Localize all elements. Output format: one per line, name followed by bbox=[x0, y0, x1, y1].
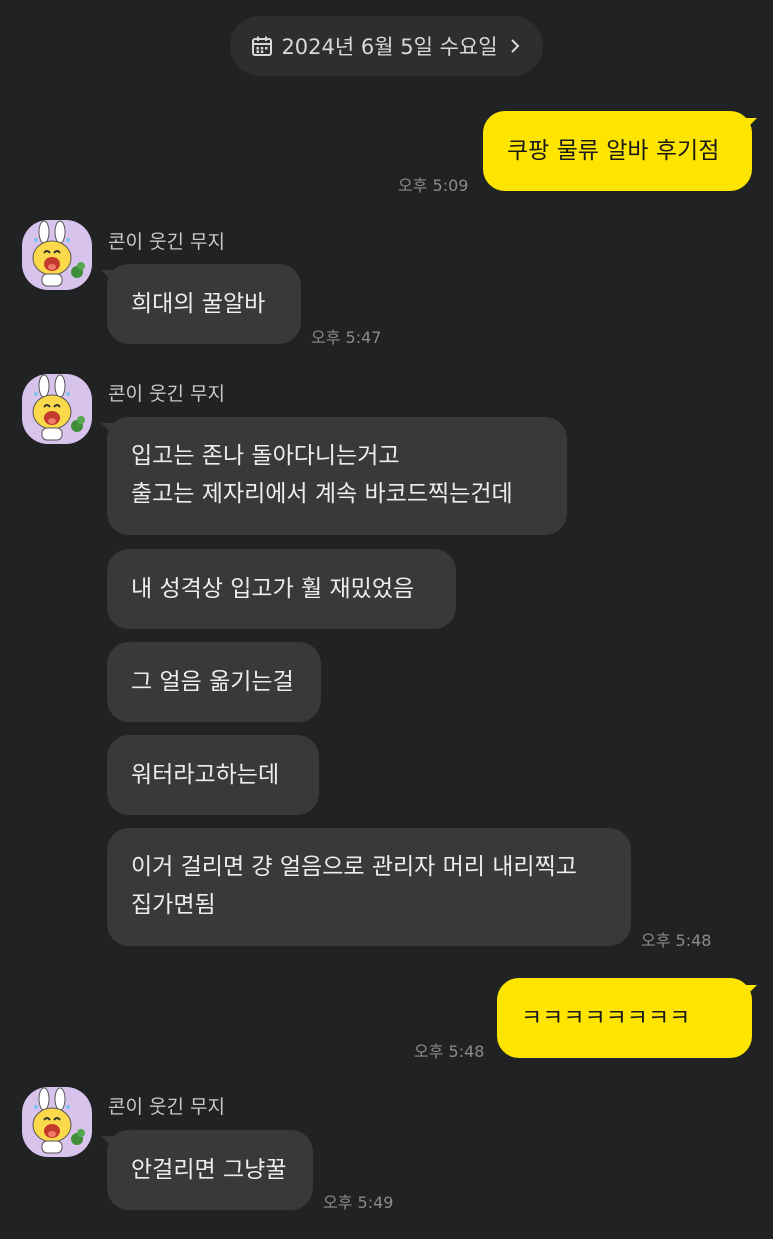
chevron-right-icon bbox=[510, 39, 519, 53]
message-text: 안걸리면 그냥꿀 bbox=[131, 1157, 287, 1183]
message-text: 워터라고하는데 bbox=[131, 762, 280, 788]
muzi-character-icon bbox=[32, 220, 85, 287]
message-timestamp: 오후 5:48 bbox=[641, 931, 712, 950]
incoming-message-bubble[interactable]: 그 얼음 옮기는걸 bbox=[107, 642, 321, 722]
sender-name: 콘이 웃긴 무지 bbox=[108, 1096, 225, 1118]
avatar[interactable] bbox=[22, 1087, 92, 1157]
message-text: ㅋㅋㅋㅋㅋㅋㅋㅋ bbox=[521, 1005, 691, 1031]
bubble-tail bbox=[101, 423, 113, 435]
chat-room: 2024년 6월 5일 수요일 쿠팡 물류 알바 후기점 오후 5:09 콘이 … bbox=[0, 0, 773, 1239]
message-text-line: 이거 걸리면 걍 얼음으로 관리자 머리 내리찍고 bbox=[131, 854, 577, 880]
avatar[interactable] bbox=[22, 374, 92, 444]
incoming-message-bubble[interactable]: 워터라고하는데 bbox=[107, 735, 319, 815]
message-timestamp: 오후 5:09 bbox=[398, 176, 469, 195]
message-timestamp: 오후 5:48 bbox=[414, 1042, 485, 1061]
muzi-character-icon bbox=[32, 1087, 85, 1154]
message-text: 내 성격상 입고가 훨 재밌었음 bbox=[131, 576, 415, 602]
message-timestamp: 오후 5:47 bbox=[311, 328, 382, 347]
message-text-line: 출고는 제자리에서 계속 바코드찍는건데 bbox=[131, 481, 513, 507]
bubble-tail bbox=[745, 985, 757, 997]
incoming-message-bubble[interactable]: 내 성격상 입고가 훨 재밌었음 bbox=[107, 549, 456, 629]
bubble-tail bbox=[745, 118, 757, 130]
date-divider[interactable]: 2024년 6월 5일 수요일 bbox=[230, 16, 543, 76]
sender-name: 콘이 웃긴 무지 bbox=[108, 231, 225, 253]
outgoing-message-bubble[interactable]: ㅋㅋㅋㅋㅋㅋㅋㅋ bbox=[497, 978, 752, 1058]
muzi-character-icon bbox=[32, 374, 85, 441]
message-timestamp: 오후 5:49 bbox=[323, 1193, 394, 1212]
message-text: 그 얼음 옮기는걸 bbox=[131, 669, 294, 695]
message-text: 쿠팡 물류 알바 후기점 bbox=[507, 138, 720, 164]
incoming-message-bubble[interactable]: 안걸리면 그냥꿀 bbox=[107, 1130, 313, 1210]
message-text: 희대의 꿀알바 bbox=[131, 291, 266, 317]
outgoing-message-bubble[interactable]: 쿠팡 물류 알바 후기점 bbox=[483, 111, 752, 191]
bubble-tail bbox=[101, 1136, 113, 1148]
avatar[interactable] bbox=[22, 220, 92, 290]
incoming-message-bubble[interactable]: 입고는 존나 돌아다니는거고 출고는 제자리에서 계속 바코드찍는건데 bbox=[107, 417, 567, 535]
message-text-line: 집가면됨 bbox=[131, 892, 216, 918]
sender-name: 콘이 웃긴 무지 bbox=[108, 383, 225, 405]
bubble-tail bbox=[101, 270, 113, 282]
message-text-line: 입고는 존나 돌아다니는거고 bbox=[131, 443, 400, 469]
incoming-message-bubble[interactable]: 이거 걸리면 걍 얼음으로 관리자 머리 내리찍고 집가면됨 bbox=[107, 828, 631, 946]
date-divider-label: 2024년 6월 5일 수요일 bbox=[281, 35, 498, 59]
incoming-message-bubble[interactable]: 희대의 꿀알바 bbox=[107, 264, 301, 344]
calendar-icon bbox=[252, 36, 273, 56]
